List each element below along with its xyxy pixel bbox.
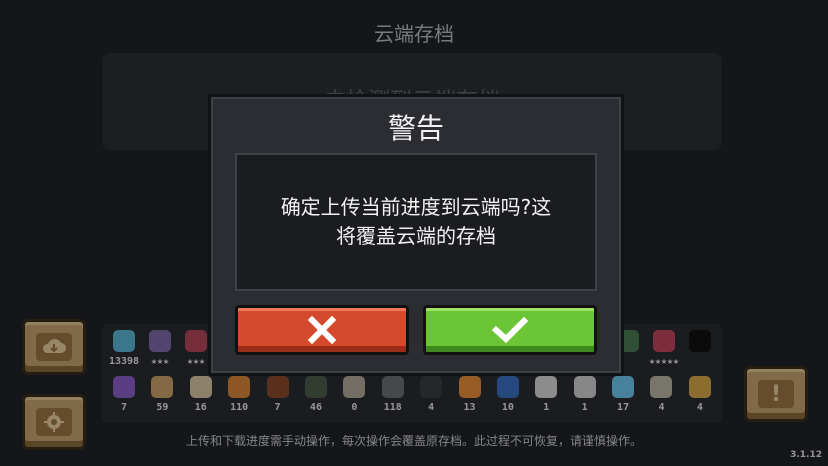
dialog-message-line-2: 将覆盖云端的存档 [336,224,496,248]
x-icon [307,315,337,345]
dialog-message: 确定上传当前进度到云端吗?这 将覆盖云端的存档 [251,193,581,251]
dialog-message-box: 确定上传当前进度到云端吗?这 将覆盖云端的存档 [235,153,597,291]
confirm-button[interactable] [423,305,597,355]
dialog-title: 警告 [387,112,444,145]
cancel-button[interactable] [235,305,409,355]
game-screen: 云端存档 未检测到云端存档 ! 13398★★★★★★★★★★★ [0,0,828,466]
warning-dialog: 警告 确定上传当前进度到云端吗?这 将覆盖云端的存档 [208,94,624,376]
check-icon [492,316,528,344]
dialog-message-line-1: 确定上传当前进度到云端吗?这 [280,195,552,219]
